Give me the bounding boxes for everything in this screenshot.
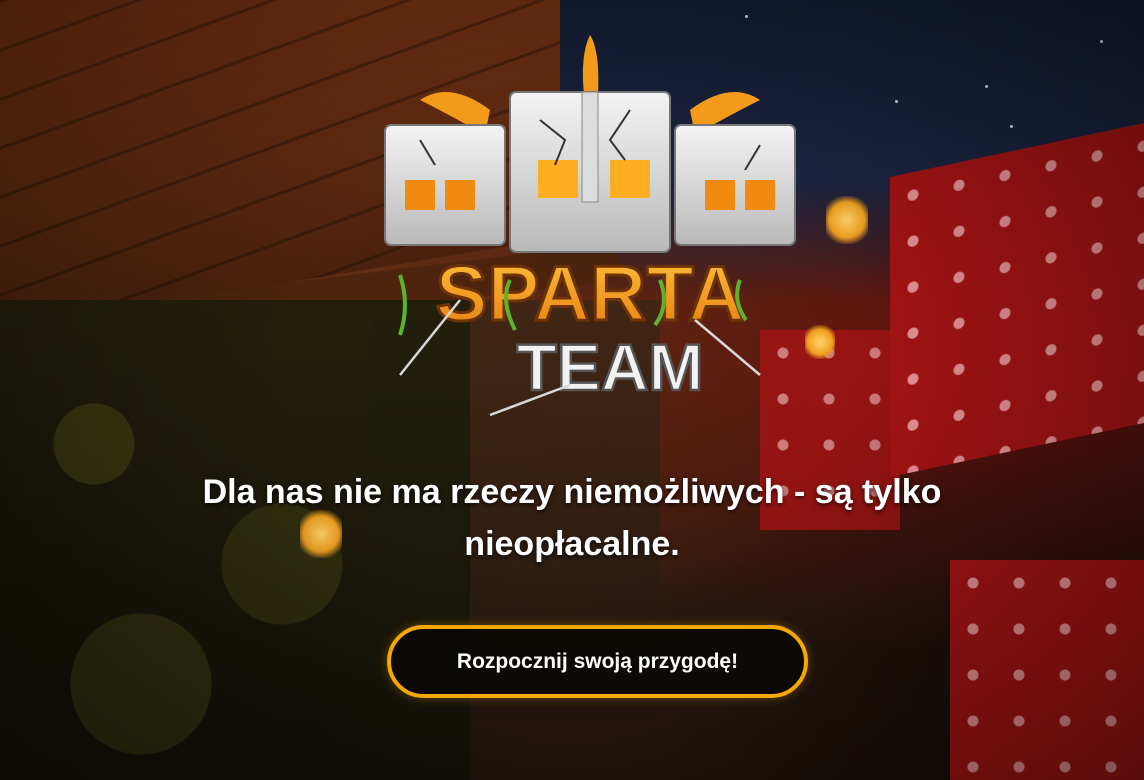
sparta-team-logo: SPARTA TEAM xyxy=(384,35,796,417)
logo-text-team: TEAM xyxy=(517,330,704,404)
start-adventure-button[interactable]: Rozpocznij swoją przygodę! xyxy=(387,625,808,698)
hero-tagline: Dla nas nie ma rzeczy niemożliwych - są … xyxy=(202,473,942,563)
